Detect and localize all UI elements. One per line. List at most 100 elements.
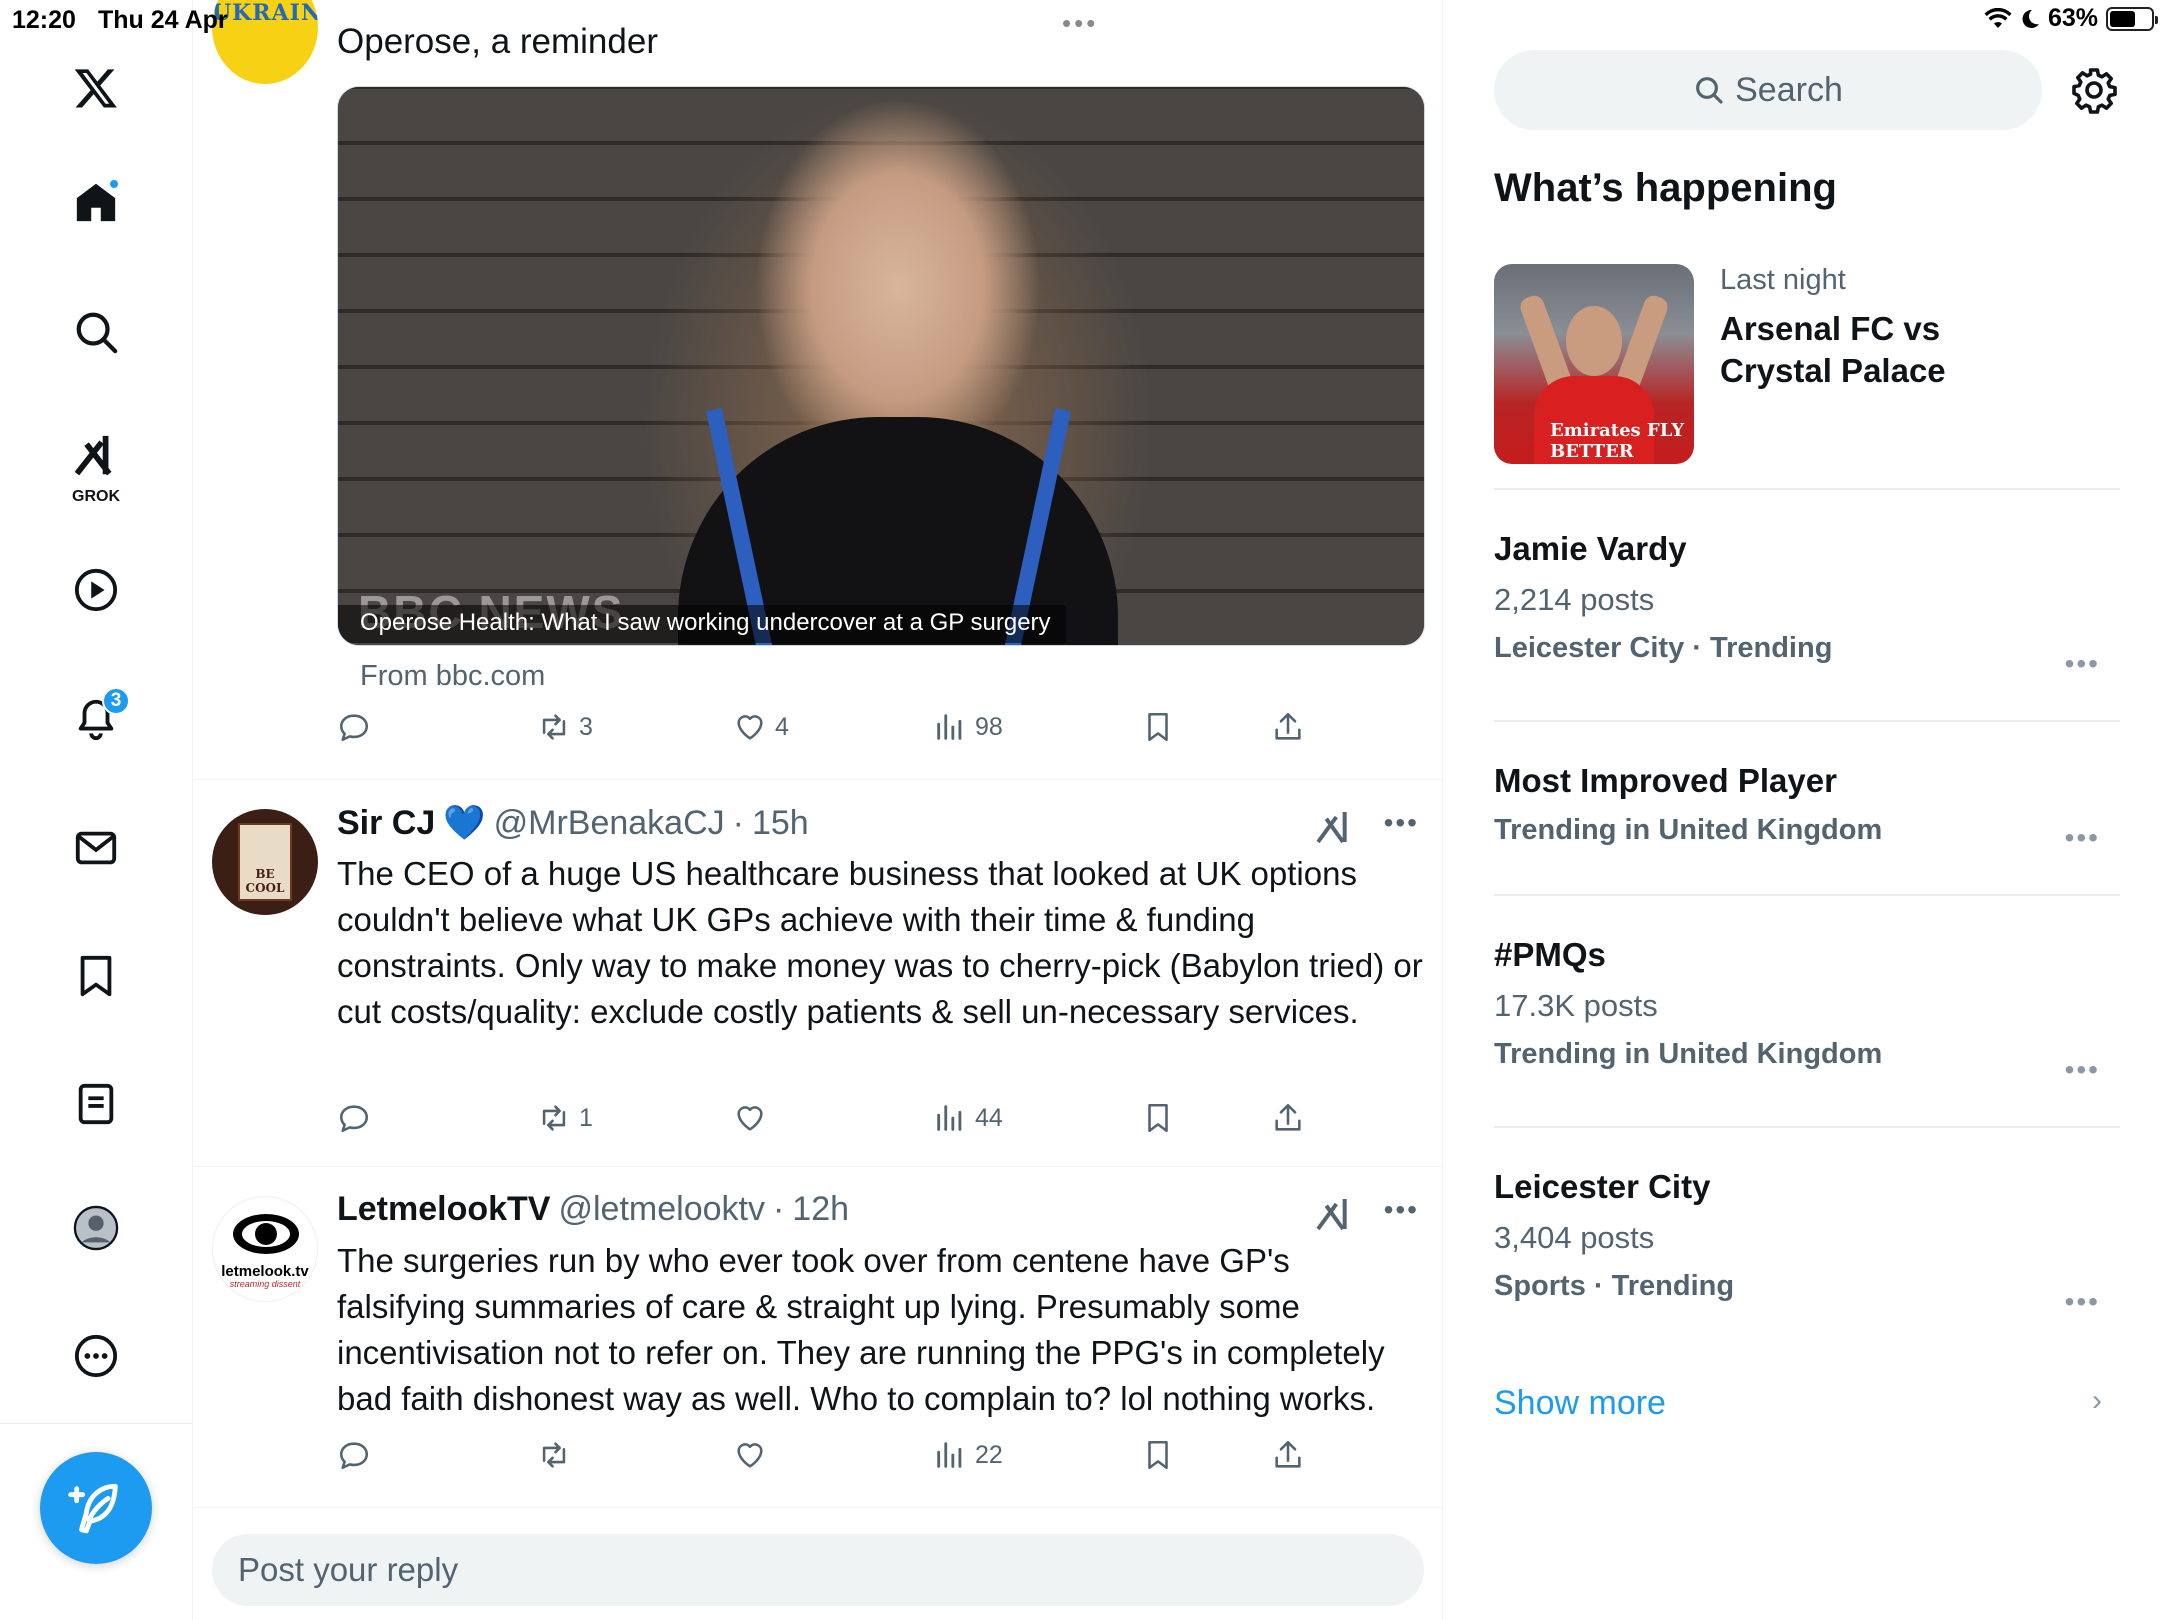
show-more-link[interactable]: Show more	[1494, 1384, 1666, 1423]
featured-meta: Last night	[1720, 264, 1846, 296]
tweet-time[interactable]: 12h	[792, 1190, 849, 1229]
moon-icon	[2022, 9, 2039, 28]
retweet-icon	[542, 714, 566, 740]
tweet-card[interactable]: letmelook.tv streaming dissent Letmelook…	[194, 1168, 1442, 1508]
featured-title[interactable]: Arsenal FC vs Crystal Palace	[1720, 308, 2020, 392]
like-button[interactable]	[733, 1101, 767, 1135]
retweet-icon	[542, 1105, 566, 1131]
separator-dot: ·	[732, 803, 744, 842]
status-bar: 12:20 Thu 24 Apr ••• 63%	[0, 0, 2160, 40]
reply-button[interactable]	[337, 710, 371, 744]
grok-icon[interactable]	[1313, 807, 1353, 847]
bookmark-icon[interactable]	[56, 936, 136, 1016]
battery-percent: 63%	[2047, 4, 2098, 32]
status-time: 12:20	[12, 6, 76, 34]
featured-event-image[interactable]: Emirates FLY BETTER	[1494, 264, 1694, 464]
tweet-card[interactable]: BE COOL Sir CJ 💙 @MrBenakaCJ · 15h ••• T…	[194, 781, 1442, 1167]
main-timeline: UKRAINE Operose, a reminder BBC NEWS Ope…	[194, 0, 1443, 1620]
more-icon[interactable]	[56, 1316, 136, 1396]
gear-icon[interactable]	[2070, 66, 2118, 114]
reply-input[interactable]	[212, 1534, 1424, 1606]
chevron-right-icon[interactable]: ›	[2092, 1384, 2102, 1418]
player-head	[1566, 306, 1622, 376]
trend-item[interactable]: Leicester City 3,404 posts Sports · Tren…	[1494, 1168, 2114, 1317]
views-icon	[937, 1105, 962, 1131]
author-name[interactable]: Sir CJ	[337, 804, 435, 843]
share-button[interactable]	[1271, 1438, 1305, 1472]
retweet-button[interactable]: 1	[537, 1101, 593, 1135]
card-source[interactable]: From bbc.com	[360, 660, 545, 693]
like-count: 4	[775, 712, 789, 741]
trend-item[interactable]: Most Improved Player Trending in United …	[1494, 762, 2114, 853]
trend-item[interactable]: #PMQs 17.3K posts Trending in United Kin…	[1494, 936, 2114, 1085]
bell-icon[interactable]: 3	[56, 679, 136, 759]
search-icon[interactable]	[56, 292, 136, 372]
eye-logo-icon	[233, 1214, 299, 1254]
home-icon[interactable]	[56, 162, 136, 242]
link-preview-card[interactable]: BBC NEWS Operose Health: What I saw work…	[337, 86, 1425, 646]
author-handle[interactable]: @letmelooktv	[558, 1190, 764, 1229]
share-icon	[1275, 1103, 1301, 1131]
views-button[interactable]: 44	[933, 1101, 1003, 1135]
grok-icon[interactable]	[1313, 1194, 1353, 1234]
trend-name: Most Improved Player	[1494, 762, 1837, 799]
bookmark-button[interactable]	[1141, 710, 1175, 744]
trend-count: 3,404 posts	[1494, 1220, 1655, 1255]
reply-button[interactable]	[337, 1101, 371, 1135]
author-handle[interactable]: @MrBenakaCJ	[494, 804, 725, 843]
share-button[interactable]	[1271, 1101, 1305, 1135]
avatar[interactable]: letmelook.tv streaming dissent	[212, 1196, 318, 1302]
more-options-icon[interactable]: •••	[2065, 648, 2100, 680]
more-options-icon[interactable]: •••	[2065, 1054, 2100, 1086]
more-options-icon[interactable]: •••	[1384, 807, 1419, 839]
reply-icon	[339, 1442, 369, 1470]
avatar[interactable]: BE COOL	[212, 809, 318, 915]
tweet-text: The CEO of a huge US healthcare business…	[337, 855, 1423, 1030]
profile-icon[interactable]	[56, 1188, 136, 1268]
status-indicators: 63%	[1984, 4, 2158, 33]
trend-name: Jamie Vardy	[1494, 530, 1687, 567]
list-icon[interactable]	[56, 1064, 136, 1144]
bookmark-button[interactable]	[1141, 1101, 1175, 1135]
retweet-count: 3	[579, 712, 593, 741]
trend-name: Leicester City	[1494, 1168, 1711, 1205]
trend-item[interactable]: Jamie Vardy 2,214 posts Leicester City ·…	[1494, 530, 2114, 679]
avatar-text: BE COOL	[245, 867, 285, 895]
more-options-icon[interactable]: •••	[1384, 1194, 1419, 1226]
compose-button[interactable]	[40, 1452, 152, 1564]
like-button[interactable]: 4	[733, 710, 789, 744]
author-name[interactable]: LetmelookTV	[337, 1190, 550, 1229]
more-options-icon[interactable]: •••	[2065, 1286, 2100, 1318]
divider	[1494, 894, 2120, 896]
retweet-button[interactable]	[537, 1438, 571, 1472]
tweet-card-partial[interactable]: UKRAINE Operose, a reminder BBC NEWS Ope…	[194, 0, 1442, 780]
views-button[interactable]: 98	[933, 710, 1003, 744]
search-icon	[1696, 77, 1723, 104]
retweet-button[interactable]: 3	[537, 710, 593, 744]
bookmark-icon	[1148, 1103, 1168, 1133]
reply-button[interactable]	[337, 1438, 371, 1472]
grok-icon[interactable]: GROK	[56, 420, 136, 510]
notifications-badge: 3	[102, 687, 130, 715]
search-input[interactable]: Search	[1494, 50, 2042, 130]
separator-dot: ·	[772, 1190, 785, 1228]
mail-icon[interactable]	[56, 808, 136, 888]
status-date: Thu 24 Apr	[98, 6, 228, 34]
share-icon	[1275, 1440, 1301, 1468]
divider	[1494, 720, 2120, 722]
share-button[interactable]	[1271, 710, 1305, 744]
more-options-icon[interactable]: •••	[2065, 822, 2100, 854]
views-count: 22	[975, 1440, 1003, 1469]
heart-icon	[737, 715, 763, 740]
tweet-time[interactable]: 15h	[752, 804, 809, 843]
multitask-dots-icon[interactable]: •••	[1062, 8, 1098, 39]
like-button[interactable]	[733, 1438, 767, 1472]
views-button[interactable]: 22	[933, 1438, 1003, 1472]
x-logo-icon[interactable]	[56, 48, 136, 128]
bookmark-button[interactable]	[1141, 1438, 1175, 1472]
video-icon[interactable]	[56, 550, 136, 630]
shirt-sponsor-text: Emirates FLY BETTER	[1550, 420, 1685, 462]
trend-category: Trending in United Kingdom	[1494, 814, 1883, 846]
reply-icon	[339, 714, 369, 742]
nav-divider	[0, 1423, 193, 1424]
